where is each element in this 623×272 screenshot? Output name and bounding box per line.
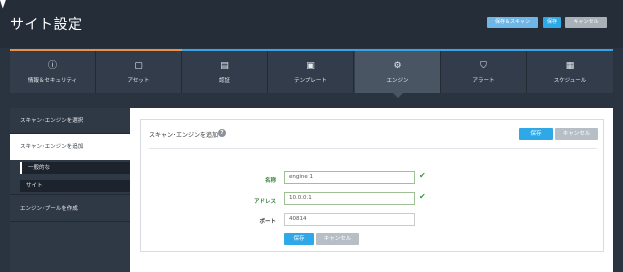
address-valid-check-icon: ✔	[419, 192, 426, 201]
save-button[interactable]: 保存	[543, 17, 561, 28]
sidebar-item-add-engine[interactable]: スキャン･エンジンを追加	[10, 134, 130, 160]
asset-icon: ▢	[134, 61, 143, 71]
active-tab-pointer	[393, 93, 403, 98]
sidebar-item-create-pool[interactable]: エンジン･プールを作成	[10, 194, 130, 222]
tab-templates[interactable]: ▣ テンプレート	[268, 51, 354, 93]
save-and-scan-button[interactable]: 保存＆スキャン	[487, 17, 538, 28]
sidebar-subitem-general[interactable]: 一般的な	[20, 162, 130, 174]
tab-alerts[interactable]: ⛉ アラート	[441, 51, 527, 93]
tab-label: エンジン	[386, 78, 409, 84]
tab-engines[interactable]: ⚙ エンジン	[355, 51, 441, 98]
calendar-icon: ▦	[565, 61, 575, 71]
tab-assets[interactable]: ▢ アセット	[96, 51, 182, 93]
engine-sidebar: スキャン･エンジンを選択 スキャン･エンジンを追加 一般的な サイト エンジン･…	[10, 108, 130, 272]
tab-label: 情報＆セキュリティ	[27, 78, 78, 84]
page-title: サイト設定	[10, 17, 83, 33]
tab-info-security[interactable]: ⓘ 情報＆セキュリティ	[10, 51, 96, 93]
name-valid-check-icon: ✔	[419, 171, 426, 180]
sidebar-item-select-engine[interactable]: スキャン･エンジンを選択	[10, 108, 130, 134]
tab-authentication[interactable]: ▤ 認証	[182, 51, 268, 93]
gear-icon: ⚙	[393, 61, 402, 71]
add-engine-card: スキャン･エンジンを追加 ? 保存 キャンセル 名称 engine 1 ✔ アド…	[140, 119, 604, 252]
template-icon: ▣	[306, 61, 315, 71]
tab-schedules[interactable]: ▦ スケジュール	[527, 51, 613, 93]
form-save-button[interactable]: 保存	[284, 233, 314, 245]
port-field[interactable]: 40814	[284, 213, 415, 226]
address-label: アドレス	[253, 199, 276, 205]
tab-label: アセット	[127, 78, 150, 84]
settings-tab-bar: ⓘ 情報＆セキュリティ ▢ アセット ▤ 認証 ▣ テンプレート ⚙ エンジン …	[10, 49, 613, 98]
authentication-icon: ▤	[220, 61, 229, 71]
form-cancel-button[interactable]: キャンセル	[316, 233, 359, 245]
tab-label: テンプレート	[294, 78, 327, 84]
shield-icon: ⛉	[480, 61, 487, 71]
info-icon: ⓘ	[47, 61, 57, 71]
card-cancel-button[interactable]: キャンセル	[555, 128, 598, 140]
port-label: ポート	[259, 219, 276, 225]
cancel-button[interactable]: キャンセル	[565, 17, 607, 28]
address-field[interactable]: 10.0.0.1	[284, 192, 415, 205]
tab-label: スケジュール	[553, 78, 587, 84]
main-content: スキャン･エンジンを追加 ? 保存 キャンセル 名称 engine 1 ✔ アド…	[130, 108, 613, 272]
help-icon[interactable]: ?	[218, 129, 226, 137]
name-label: 名称	[264, 178, 276, 184]
card-title: スキャン･エンジンを追加	[149, 132, 219, 139]
tab-label: 認証	[218, 78, 230, 84]
app-header: サイト設定 保存＆スキャン 保存 キャンセル	[0, 0, 623, 48]
card-divider	[149, 148, 597, 149]
name-field[interactable]: engine 1	[284, 171, 415, 184]
tab-label: アラート	[472, 78, 495, 84]
sidebar-subitem-site[interactable]: サイト	[20, 180, 130, 192]
card-save-button[interactable]: 保存	[519, 128, 553, 140]
